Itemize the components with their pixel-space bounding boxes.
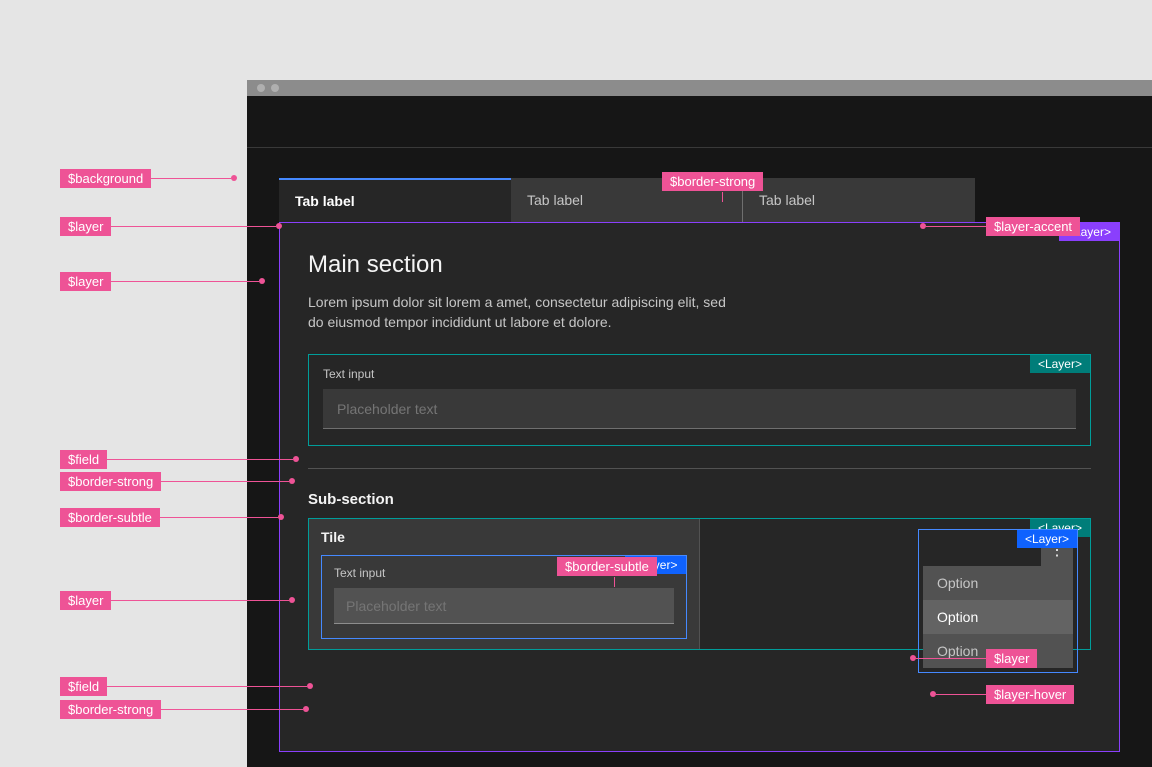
main-section-description: Lorem ipsum dolor sit lorem a amet, cons… [308, 293, 738, 332]
layer-tag-blue: <Layer> [1017, 530, 1077, 548]
callout-field2: $field [60, 675, 313, 697]
callout-label: $border-strong [60, 700, 161, 719]
callout-background: $background [60, 167, 237, 189]
callout-label: $border-subtle [557, 557, 657, 576]
callout-layer-tabs: $layer [60, 215, 282, 237]
callout-layer-hover: $layer-hover [930, 683, 1074, 705]
callout-layer-tile: $layer [60, 589, 295, 611]
callout-label: $border-subtle [60, 508, 160, 527]
menu-item[interactable]: Option [923, 566, 1073, 600]
main-panel: <Layer> Main section Lorem ipsum dolor s… [279, 222, 1120, 752]
sub-section-heading: Sub-section [308, 491, 1091, 508]
callout-layer-panel: $layer [60, 270, 265, 292]
callout-pointer [614, 577, 615, 587]
callout-label: $border-strong [60, 472, 161, 491]
divider-subtle [308, 468, 1091, 469]
input-label: Text input [323, 367, 1076, 381]
callout-label: $background [60, 169, 151, 188]
callout-label: $layer [60, 272, 111, 291]
main-section-title: Main section [308, 251, 1091, 279]
layer-tag-teal: <Layer> [1030, 355, 1090, 373]
tile: Tile <Layer> Text input [309, 519, 700, 649]
main-text-input[interactable] [323, 389, 1076, 429]
callout-layer-accent: $layer-accent [920, 215, 1080, 237]
callout-label: $border-strong [662, 172, 763, 191]
callout-label: $layer-hover [986, 685, 1074, 704]
window-dot [271, 84, 279, 92]
window-dot [257, 84, 265, 92]
window-titlebar [247, 80, 1152, 96]
menu-item-hover[interactable]: Option [923, 600, 1073, 634]
callout-label: $field [60, 677, 107, 696]
app-header [247, 96, 1152, 148]
teal-layer-input: <Layer> Text input [308, 354, 1091, 446]
callout-field1: $field [60, 448, 299, 470]
sub-section-row: <Layer> Tile <Layer> Text input <Layer> [308, 518, 1091, 650]
callout-label: $layer [60, 591, 111, 610]
tile-text-input[interactable] [334, 588, 674, 624]
callout-border-strong-input1: $border-strong [60, 470, 295, 492]
tile-title: Tile [321, 529, 687, 545]
callout-label: $field [60, 450, 107, 469]
callout-border-subtle2: $border-subtle [557, 555, 657, 577]
callout-border-strong-tab: $border-strong [662, 170, 763, 192]
callout-label: $layer [986, 649, 1037, 668]
callout-layer-menu: $layer [910, 647, 1037, 669]
callout-label: $layer-accent [986, 217, 1080, 236]
callout-border-subtle1: $border-subtle [60, 506, 284, 528]
callout-label: $layer [60, 217, 111, 236]
callout-border-strong-input2: $border-strong [60, 698, 309, 720]
menu-column: <Layer> ⋮ Option Option Option [700, 519, 1091, 649]
tab-selected[interactable]: Tab label [279, 178, 511, 222]
callout-pointer [722, 192, 723, 202]
